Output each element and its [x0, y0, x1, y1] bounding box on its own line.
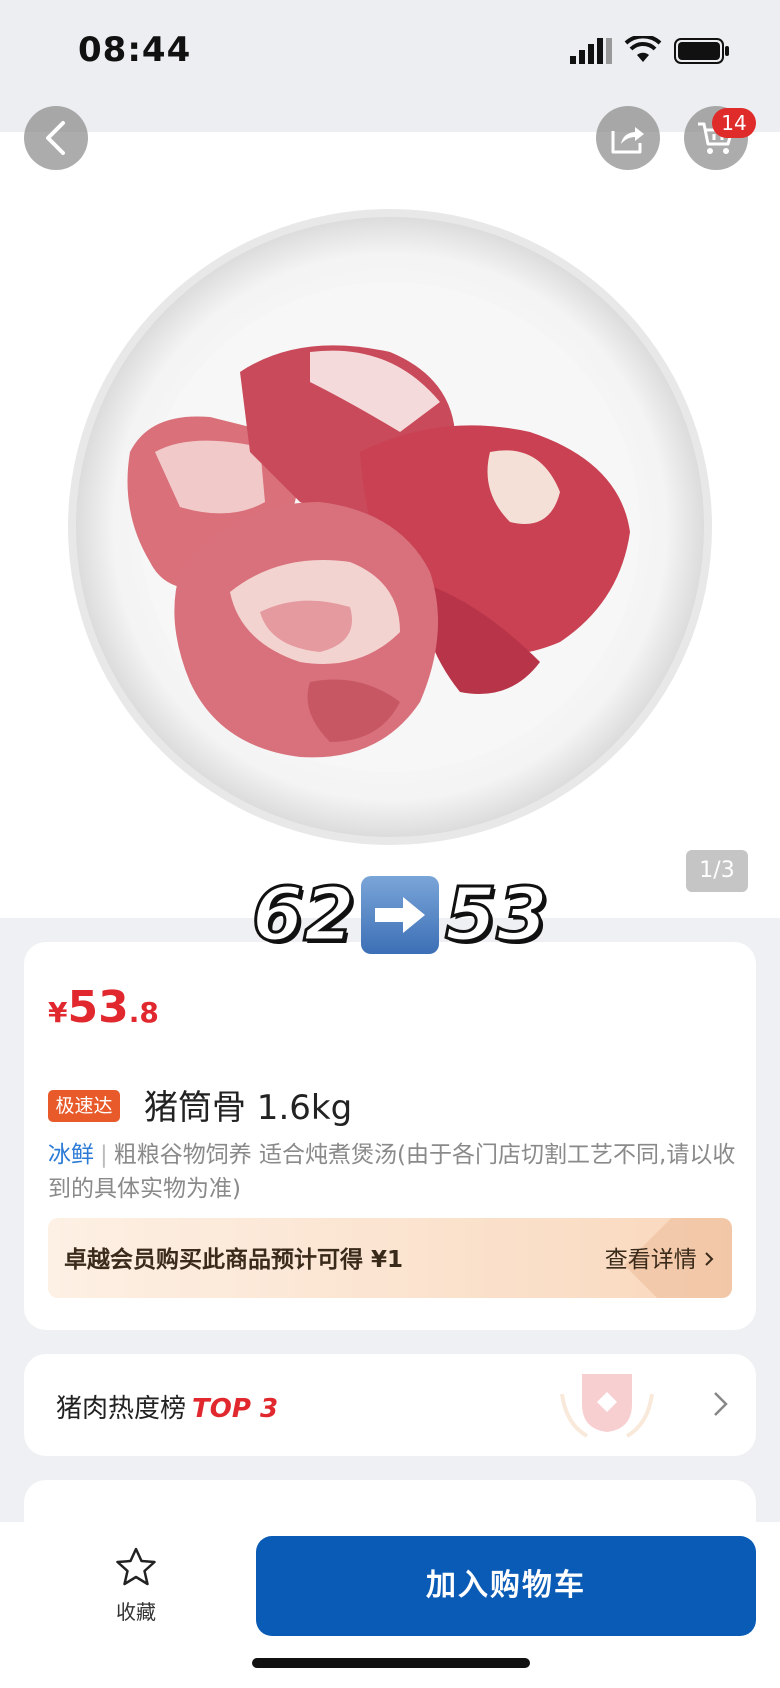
member-reward-text: 卓越会员购买此商品预计可得 ¥1 [64, 1247, 404, 1273]
wifi-icon [624, 36, 662, 62]
express-delivery-tag: 极速达 [48, 1090, 120, 1122]
old-price-text: 62 [251, 871, 357, 960]
ranking-top-tag: TOP 3 [192, 1394, 279, 1424]
chevron-right-icon [714, 1392, 728, 1416]
product-info-card: ¥53.8 极速达 猪筒骨 1.6kg 冰鲜 | 粗粮谷物饲养 适合炖煮煲汤(由于各… [24, 942, 756, 1330]
ranking-label: 猪肉热度榜 TOP 3 [56, 1394, 279, 1424]
back-icon [46, 121, 65, 155]
new-price-text: 53 [444, 871, 550, 960]
share-icon [611, 127, 644, 154]
product-description: 冰鲜 | 粗粮谷物饲养 适合炖煮煲汤(由于各门店切割工艺不同,请以收到的具体实物为准… [48, 1142, 736, 1202]
chevron-right-icon [705, 1252, 714, 1266]
member-details-link[interactable]: 查看详情 [605, 1240, 714, 1274]
back-button[interactable] [24, 106, 88, 170]
product-image-carousel[interactable] [0, 132, 780, 918]
add-to-cart-button[interactable]: 加入购物车 [256, 1536, 756, 1636]
product-image [68, 209, 712, 845]
favorite-label: 收藏 [116, 1600, 156, 1624]
ranking-card[interactable]: 猪肉热度榜 TOP 3 [24, 1354, 756, 1456]
product-title: 猪筒骨 1.6kg [144, 1088, 353, 1128]
favorite-button[interactable]: 收藏 [96, 1546, 176, 1636]
member-reward-banner[interactable]: 卓越会员购买此商品预计可得 ¥1 查看详情 [48, 1218, 732, 1298]
status-time: 08:44 [78, 30, 192, 70]
home-indicator [252, 1658, 530, 1668]
status-bar: 08:44 [0, 0, 780, 132]
right-arrow-icon [361, 876, 439, 954]
signal-icon [570, 38, 612, 64]
cart-count-badge: 14 [712, 108, 756, 138]
fresh-tag: 冰鲜 [48, 1142, 94, 1168]
product-price: ¥53.8 [48, 982, 159, 1033]
image-page-indicator: 1/3 [686, 850, 748, 892]
battery-icon [674, 38, 729, 64]
trophy-icon [560, 1374, 654, 1438]
share-button[interactable] [596, 106, 660, 170]
price-change-overlay: 62 53 [250, 870, 550, 960]
star-icon [116, 1547, 156, 1586]
